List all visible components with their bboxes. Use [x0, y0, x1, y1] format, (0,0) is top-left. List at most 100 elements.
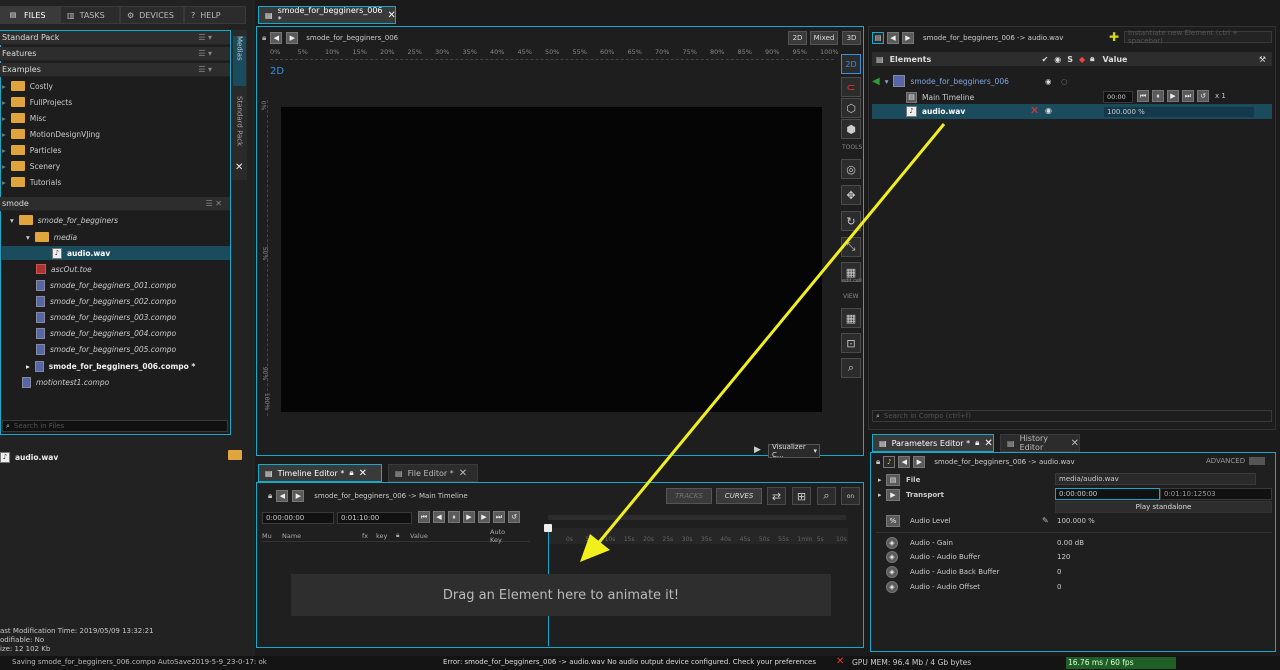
search-compo-input[interactable]: ⌕ Search in Compo (ctrl+f)	[872, 410, 1272, 422]
close-icon[interactable]: ✕	[984, 438, 992, 449]
grid-view-icon[interactable]: ▦	[841, 308, 861, 328]
nav-forward-icon[interactable]: ▶	[913, 456, 926, 468]
skip-start-icon[interactable]: ⏮	[1137, 90, 1149, 102]
timeline-end-input[interactable]: 0:01:10:00	[337, 512, 412, 524]
tree-item-active[interactable]: ▸ smode_for_begginers_006.compo *	[26, 359, 195, 373]
list-icon[interactable]: ☰ ▾	[198, 49, 212, 58]
fit-icon[interactable]: ⊞	[792, 487, 811, 505]
param-gain[interactable]: ◈ Audio - Gain 0.00 dB	[878, 536, 1274, 550]
record-icon[interactable]: ⊂	[841, 77, 861, 97]
folder-item[interactable]: ▸ Particles	[2, 143, 61, 157]
tree-item[interactable]: smode_for_begginers_003.compo	[36, 310, 176, 324]
curves-button[interactable]: CURVES	[716, 488, 762, 504]
pack-standard[interactable]: Standard Pack ☰ ▾	[0, 31, 230, 45]
tab-file-editor[interactable]: ▤ File Editor * ✕	[388, 464, 478, 482]
param-audio-buffer[interactable]: ◈ Audio - Audio Buffer 120	[878, 550, 1274, 564]
nav-back-icon[interactable]: ◀	[270, 32, 283, 44]
step-forward-icon[interactable]: ▶	[478, 511, 490, 523]
skip-end-icon[interactable]: ⏭	[493, 511, 505, 523]
error-icon[interactable]: ✕	[1030, 104, 1039, 117]
compo-icon[interactable]: ▤	[872, 32, 884, 44]
element-compo[interactable]: ◀ ▾ smode_for_begginers_006 ◉ ○	[872, 74, 1272, 88]
play-standalone-button[interactable]: Play standalone	[1055, 501, 1272, 513]
list-icon[interactable]: ☰ ▾	[198, 33, 212, 42]
scale-tool-icon[interactable]: ⤡	[841, 237, 861, 257]
zoom-icon[interactable]: ⌕	[817, 487, 836, 505]
loop-icon[interactable]: ↺	[1197, 90, 1209, 102]
tree-item[interactable]: ascOut.toe	[36, 262, 92, 276]
loop-icon[interactable]: ⇄	[767, 487, 786, 505]
tree-item[interactable]: smode_for_begginers_004.compo	[36, 326, 176, 340]
lock-icon[interactable]: 🔒︎	[876, 457, 880, 467]
file-path-input[interactable]: media/audio.wav	[1055, 473, 1256, 485]
cube-wire-icon[interactable]: ⬡	[841, 98, 861, 118]
close-icon[interactable]: ✕	[359, 468, 367, 479]
mode-3d-button[interactable]: 3D	[842, 31, 861, 45]
timeline-scrollbar[interactable]	[548, 515, 846, 520]
tracks-button[interactable]: TRACKS	[666, 488, 712, 504]
nav-forward-icon[interactable]: ▶	[902, 32, 914, 44]
folder-item[interactable]: ▸ Misc	[2, 111, 46, 125]
camera-view-icon[interactable]: ⊡	[841, 333, 861, 353]
folder-item[interactable]: ▸ MotionDesignVJing	[2, 127, 100, 141]
tree-audio[interactable]: ♪ audio.wav	[52, 246, 110, 260]
tab-standard-pack[interactable]: Standard Pack	[233, 96, 246, 160]
pack-examples[interactable]: Examples ☰ ▾	[0, 63, 230, 77]
advanced-toggle[interactable]: ADVANCED	[1206, 457, 1266, 465]
rotate-tool-icon[interactable]: ↻	[841, 211, 861, 231]
tools-icon[interactable]: ⚒	[1259, 55, 1266, 64]
element-audio[interactable]: ♪ audio.wav	[906, 104, 965, 118]
tree-item[interactable]: smode_for_begginers_001.compo	[36, 278, 176, 292]
nav-back-icon[interactable]: ◀	[887, 32, 899, 44]
close-icon[interactable]: ✕	[235, 162, 243, 173]
tab-history-editor[interactable]: ▤ History Editor ✕	[1000, 434, 1080, 452]
close-icon[interactable]: ✕	[459, 468, 467, 479]
folder-item[interactable]: ▸ FullProjects	[2, 95, 72, 109]
folder-open-icon[interactable]	[228, 450, 242, 462]
solo-icon[interactable]: ○	[1061, 77, 1068, 86]
play-icon[interactable]: ▶	[1167, 90, 1179, 102]
param-back-buffer[interactable]: ◈ Audio - Audio Back Buffer 0	[878, 565, 1274, 579]
auto-key-icon[interactable]: on	[841, 487, 860, 505]
folder-item[interactable]: ▸ Costly	[2, 79, 53, 93]
zoom-view-icon[interactable]: ⌕	[841, 358, 861, 378]
pointer-tool-icon[interactable]: ◎	[841, 159, 861, 179]
pack-features[interactable]: Features ☰ ▾	[0, 47, 230, 61]
tree-root[interactable]: ▾ smode_for_begginers	[10, 213, 118, 227]
tab-help[interactable]: ? HELP	[184, 6, 246, 24]
tab-timeline-editor[interactable]: ▤ Timeline Editor * 🔒︎ ✕	[258, 464, 382, 482]
eye-icon[interactable]: ◉	[1045, 77, 1052, 86]
2d-view-button[interactable]: 2D	[841, 54, 861, 74]
tree-item[interactable]: motiontest1.compo	[22, 375, 109, 389]
param-audio-offset[interactable]: ◈ Audio - Audio Offset 0	[878, 580, 1274, 594]
pause-icon[interactable]: ⏸	[1152, 90, 1164, 102]
skip-start-icon[interactable]: ⏮	[418, 511, 430, 523]
tab-devices[interactable]: ⚙ DEVICES	[120, 6, 184, 24]
folder-item[interactable]: ▸ Scenery	[2, 159, 60, 173]
play-icon[interactable]: ▶	[463, 511, 475, 523]
cube-icon[interactable]: ⬢	[841, 119, 861, 139]
back-arrow-icon[interactable]: ◀	[872, 76, 880, 87]
timeline-time-input[interactable]: 00:00	[1103, 91, 1133, 103]
tab-parameters-editor[interactable]: ▤ Parameters Editor * 🔒︎ ✕	[872, 434, 994, 452]
timeline-start-input[interactable]: 0:00:00:00	[262, 512, 334, 524]
nav-forward-icon[interactable]: ▶	[292, 490, 305, 502]
smode-header[interactable]: smode ☰ ✕	[0, 197, 230, 211]
pause-icon[interactable]: ⏸	[448, 511, 460, 523]
lock-icon[interactable]: 🔒︎	[268, 491, 272, 501]
playhead-marker[interactable]	[544, 524, 552, 532]
tab-files[interactable]: ▤ FILES	[0, 6, 60, 24]
close-icon[interactable]: ✕	[1071, 438, 1079, 449]
search-files-input[interactable]: ⌕ Search in Files	[2, 420, 228, 432]
audio-level-value[interactable]: 100.000 %	[1057, 517, 1095, 525]
loop-icon[interactable]: ↺	[508, 511, 520, 523]
nav-back-icon[interactable]: ◀	[276, 490, 289, 502]
tree-media[interactable]: ▾ media	[26, 230, 77, 244]
close-icon[interactable]: ✕	[388, 10, 396, 21]
nav-back-icon[interactable]: ◀	[898, 456, 911, 468]
tree-item[interactable]: smode_for_begginers_005.compo	[36, 342, 176, 356]
mode-mixed-button[interactable]: Mixed	[810, 31, 838, 45]
lock-icon[interactable]: 🔒︎	[262, 33, 266, 43]
list-icon[interactable]: ☰ ▾	[198, 65, 212, 74]
move-tool-icon[interactable]: ✥	[841, 185, 861, 205]
